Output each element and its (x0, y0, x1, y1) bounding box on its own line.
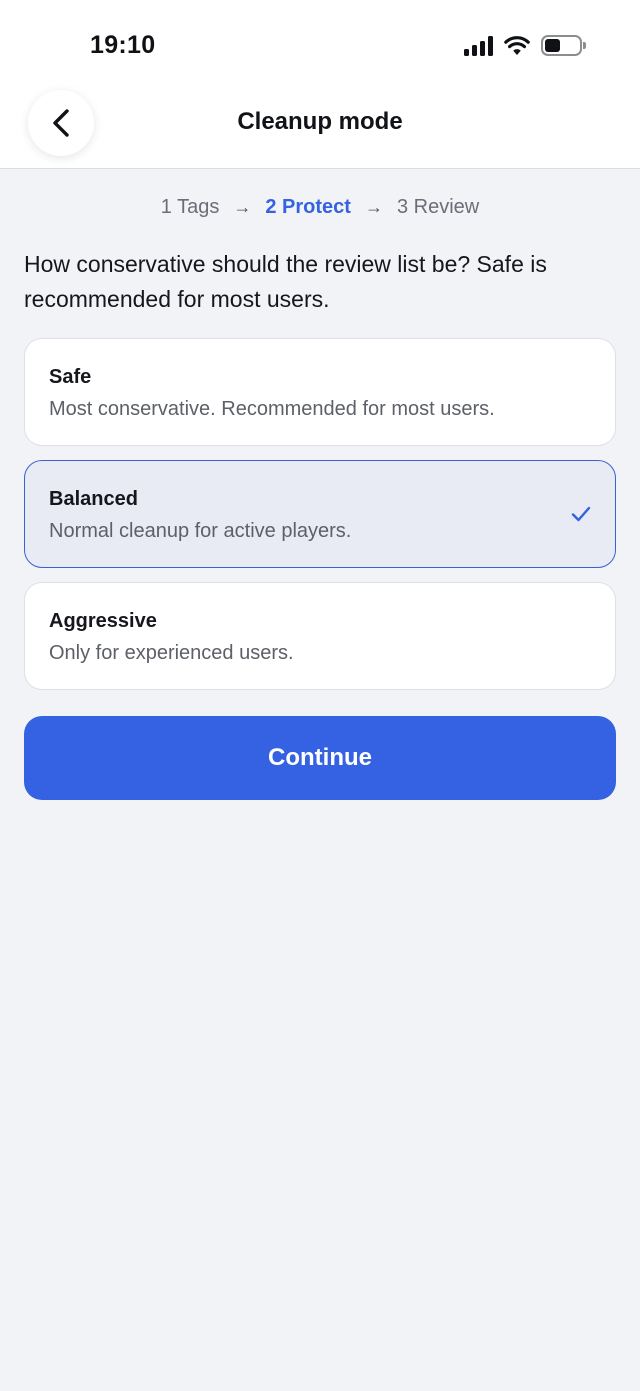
battery-icon (541, 35, 586, 56)
prompt-text: How conservative should the review list … (24, 251, 547, 312)
option-description: Most conservative. Recommended for most … (49, 398, 495, 420)
option-description: Normal cleanup for active players. (49, 520, 352, 542)
checkmark-icon (571, 506, 591, 522)
option-aggressive[interactable]: Aggressive Only for experienced users. (24, 582, 616, 690)
option-title: Balanced (49, 488, 138, 510)
option-balanced[interactable]: Balanced Normal cleanup for active playe… (24, 460, 616, 568)
step-arrow-icon: → (233, 197, 252, 217)
option-description: Only for experienced users. (49, 642, 294, 664)
step-tags: 1 Tags (160, 196, 220, 218)
status-time: 19:10 (90, 31, 156, 59)
step-review: 3 Review (396, 196, 480, 218)
option-title: Aggressive (49, 610, 157, 632)
wifi-icon (504, 35, 530, 55)
step-arrow-icon: → (364, 197, 383, 217)
option-safe[interactable]: Safe Most conservative. Recommended for … (24, 338, 616, 446)
step-indicator: 1 Tags → 2 Protect → 3 Review (0, 196, 640, 219)
option-title: Safe (49, 366, 92, 388)
top-bar: 19:10 Cleanup mode (0, 0, 640, 169)
step-protect: 2 Protect (265, 196, 351, 218)
status-icons (464, 35, 586, 56)
cellular-signal-icon (464, 35, 493, 56)
continue-button[interactable]: Continue (24, 716, 616, 800)
page-title: Cleanup mode (237, 108, 403, 135)
